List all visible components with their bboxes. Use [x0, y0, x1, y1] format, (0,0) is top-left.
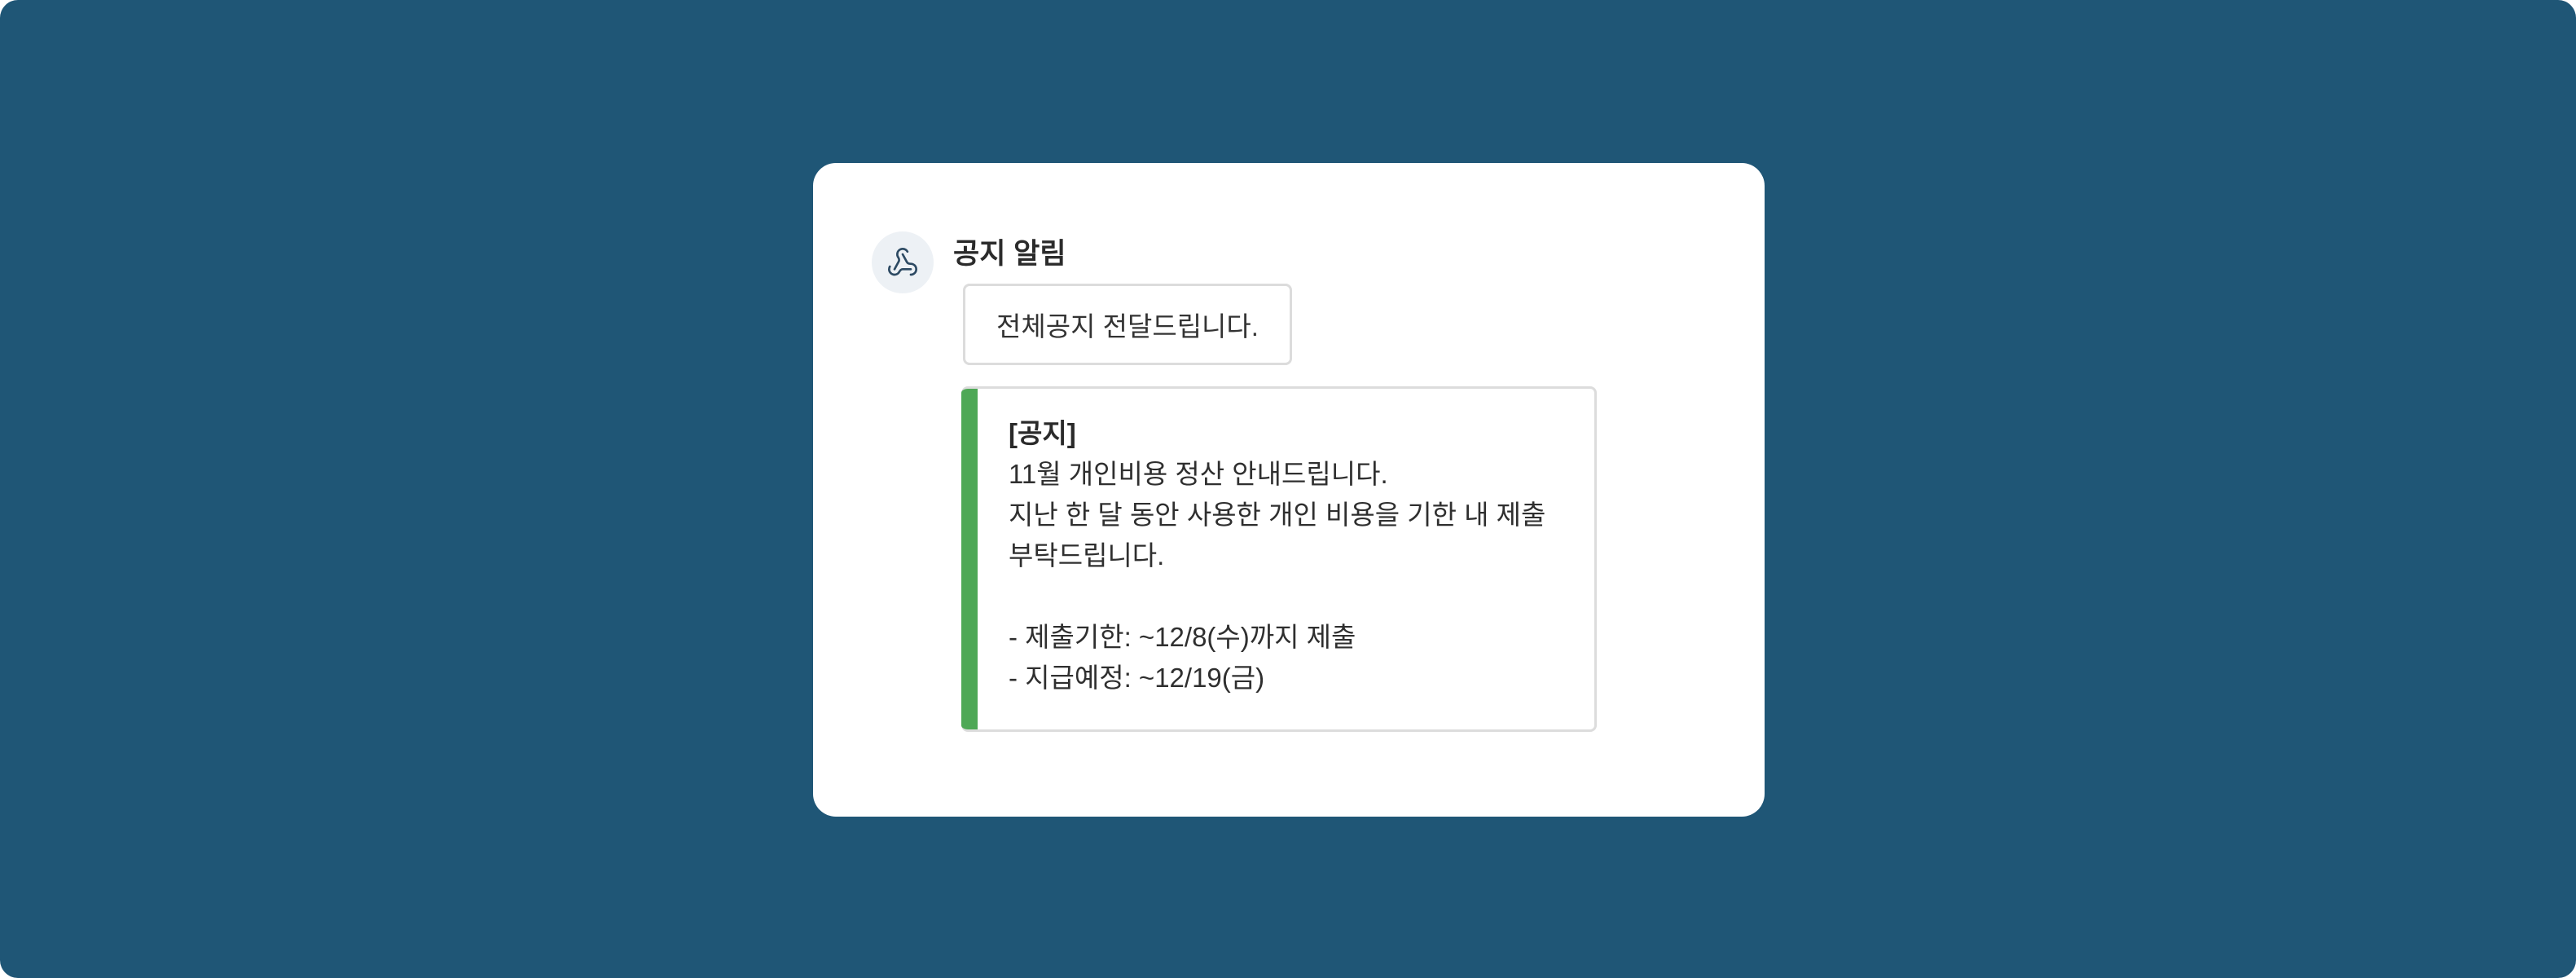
sender-name: 공지 알림	[953, 238, 1066, 270]
notice-accent-bar	[961, 389, 978, 729]
message-bubble: 전체공지 전달드립니다.	[963, 284, 1292, 365]
message-card: 공지 알림 전체공지 전달드립니다. [공지] 11월 개인비용 정산 안내드립…	[813, 163, 1765, 817]
notice-spacer	[1009, 576, 1562, 617]
notice-body: [공지] 11월 개인비용 정산 안내드립니다. 지난 한 달 동안 사용한 개…	[1009, 413, 1562, 698]
notice-line: 11월 개인비용 정산 안내드립니다.	[1009, 459, 1388, 489]
notice-attachment: [공지] 11월 개인비용 정산 안내드립니다. 지난 한 달 동안 사용한 개…	[961, 386, 1597, 732]
notice-detail-deadline: - 제출기한: ~12/8(수)까지 제출	[1009, 622, 1356, 652]
avatar[interactable]	[872, 231, 934, 293]
notice-line: 부탁드립니다.	[1009, 540, 1165, 570]
webhook-icon	[888, 248, 917, 276]
notice-line: 지난 한 달 동안 사용한 개인 비용을 기한 내 제출	[1009, 500, 1546, 530]
notice-title: [공지]	[1009, 418, 1076, 448]
background: 공지 알림 전체공지 전달드립니다. [공지] 11월 개인비용 정산 안내드립…	[0, 0, 2576, 978]
notice-detail-payment: - 지급예정: ~12/19(금)	[1009, 663, 1265, 693]
